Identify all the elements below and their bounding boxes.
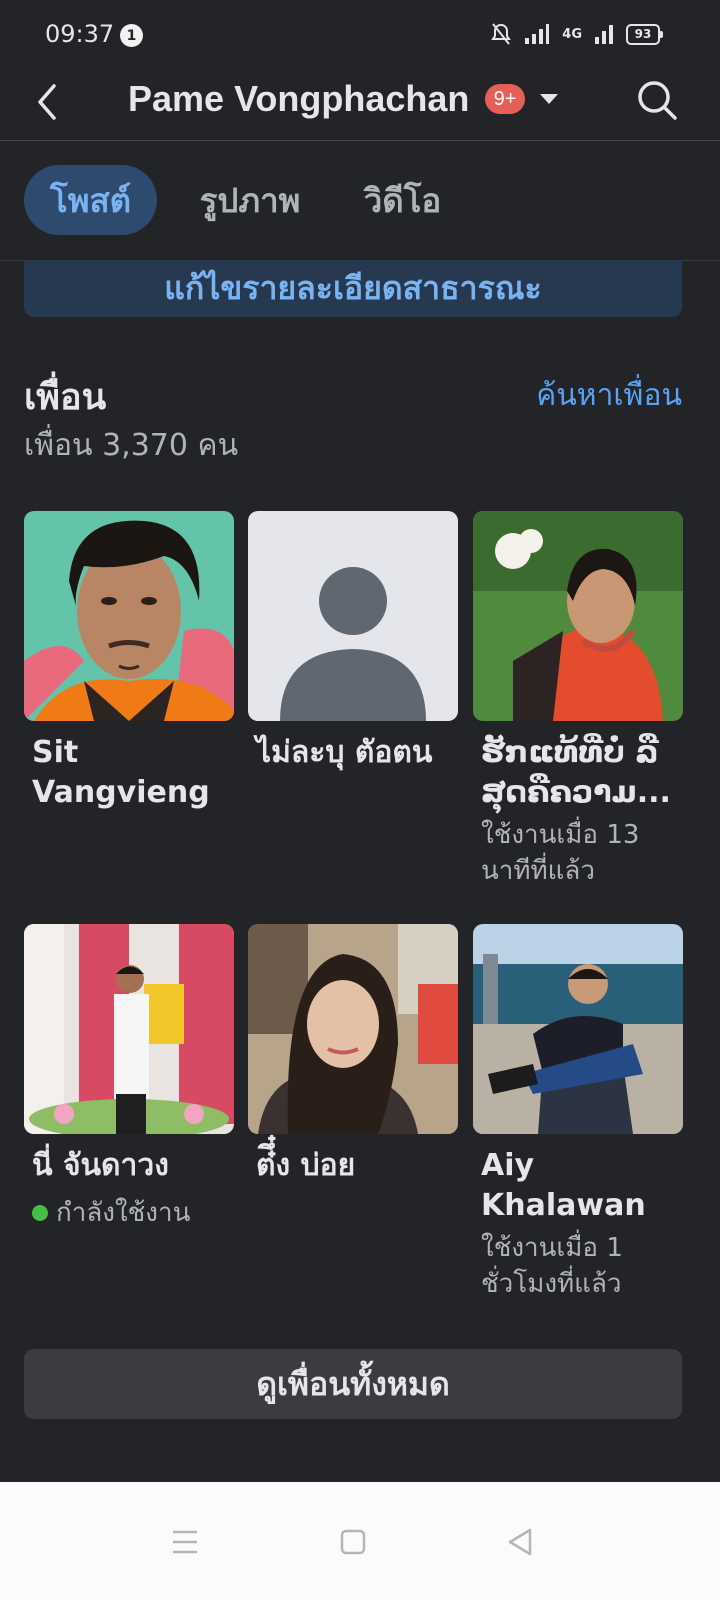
see-all-friends-button[interactable]: ดูเพื่อนทั้งหมด — [24, 1349, 682, 1419]
network-type: 4G — [562, 26, 582, 42]
edit-public-details-button[interactable]: แก้ไขรายละเอียดสาธารณะ — [24, 260, 682, 317]
default-avatar-icon — [248, 511, 458, 721]
friend-photo[interactable] — [24, 924, 234, 1134]
profile-tabs: โพสต์ รูปภาพ วิดีโอ — [0, 140, 720, 261]
friend-photo[interactable] — [473, 924, 683, 1134]
mute-bell-icon — [491, 23, 512, 45]
status-time: 09:37 — [45, 20, 115, 48]
tab-videos[interactable]: วิดีโอ — [345, 165, 460, 235]
friend-photo[interactable] — [473, 511, 683, 721]
friends-section-title: เพื่อน — [24, 377, 107, 418]
friend-card[interactable]: ຮັກແທ້ທີ່ບໍ່ ລື ສຸດຄືຄວາມ... ใช้งานเมื่อ… — [473, 511, 683, 889]
battery-icon: 93 — [626, 23, 663, 45]
friend-name[interactable]: Sit Vangvieng — [24, 733, 234, 813]
friend-card[interactable]: ไม่ละบุ ตัอตน — [248, 511, 458, 773]
friend-name[interactable]: ต๋ึ๋ง บ่อย — [248, 1146, 458, 1186]
tab-posts[interactable]: โพสต์ — [24, 165, 157, 235]
friend-photo[interactable] — [248, 511, 458, 721]
back-arrow-icon[interactable] — [30, 82, 70, 122]
menu-icon[interactable] — [165, 1522, 205, 1562]
friend-card[interactable]: Sit Vangvieng — [24, 511, 234, 813]
friend-photo[interactable] — [248, 924, 458, 1134]
friend-activity-status: ใช้งานเมื่อ 1 ชั่วโมงที่แล้ว — [481, 1233, 623, 1299]
friend-name[interactable]: นี่ จันดาวง — [24, 1146, 234, 1186]
profile-name[interactable]: Pame Vongphachan — [128, 78, 469, 120]
tab-photos[interactable]: รูปภาพ — [180, 165, 320, 235]
search-icon[interactable] — [635, 78, 679, 122]
triangle-back-icon[interactable] — [500, 1522, 540, 1562]
status-icons: 4G 93 — [490, 22, 663, 46]
friend-card[interactable]: ต๋ึ๋ง บ่อย — [248, 924, 458, 1186]
signal-icon — [525, 24, 550, 44]
friends-count: เพื่อน 3,370 คน — [24, 428, 239, 463]
chevron-down-icon[interactable] — [540, 94, 558, 104]
online-dot-icon — [32, 1204, 48, 1221]
profile-header: Pame Vongphachan 9+ — [0, 70, 720, 141]
home-square-icon[interactable] — [333, 1522, 373, 1562]
friend-card[interactable]: Aiy Khalawan ใช้งานเมื่อ 1 ชั่วโมงที่แล้… — [473, 924, 683, 1302]
online-status: กำลังใช้งาน — [24, 1192, 234, 1233]
battery-level: 93 — [634, 27, 652, 41]
signal-icon-2 — [595, 25, 613, 44]
status-bar: 09:37 1 4G 93 — [0, 0, 720, 70]
notification-badge: 9+ — [485, 84, 525, 114]
notification-count-badge: 1 — [120, 24, 143, 47]
friend-activity-status: ใช้งานเมื่อ 13 นาทีที่แล้ว — [481, 820, 640, 886]
friend-photo[interactable] — [24, 511, 234, 721]
find-friends-link[interactable]: ค้นหาเพื่อน — [536, 372, 682, 419]
friend-name[interactable]: Aiy Khalawan — [473, 1146, 683, 1226]
friend-name[interactable]: ຮັກແທ້ທີ່ບໍ່ ລື ສຸດຄືຄວາມ... — [473, 733, 683, 813]
friend-card[interactable]: นี่ จันดาวง กำลังใช้งาน — [24, 924, 234, 1233]
friend-activity-status: กำลังใช้งาน — [56, 1198, 191, 1228]
system-nav-bar — [0, 1482, 720, 1600]
friend-name[interactable]: ไม่ละบุ ตัอตน — [248, 733, 458, 773]
